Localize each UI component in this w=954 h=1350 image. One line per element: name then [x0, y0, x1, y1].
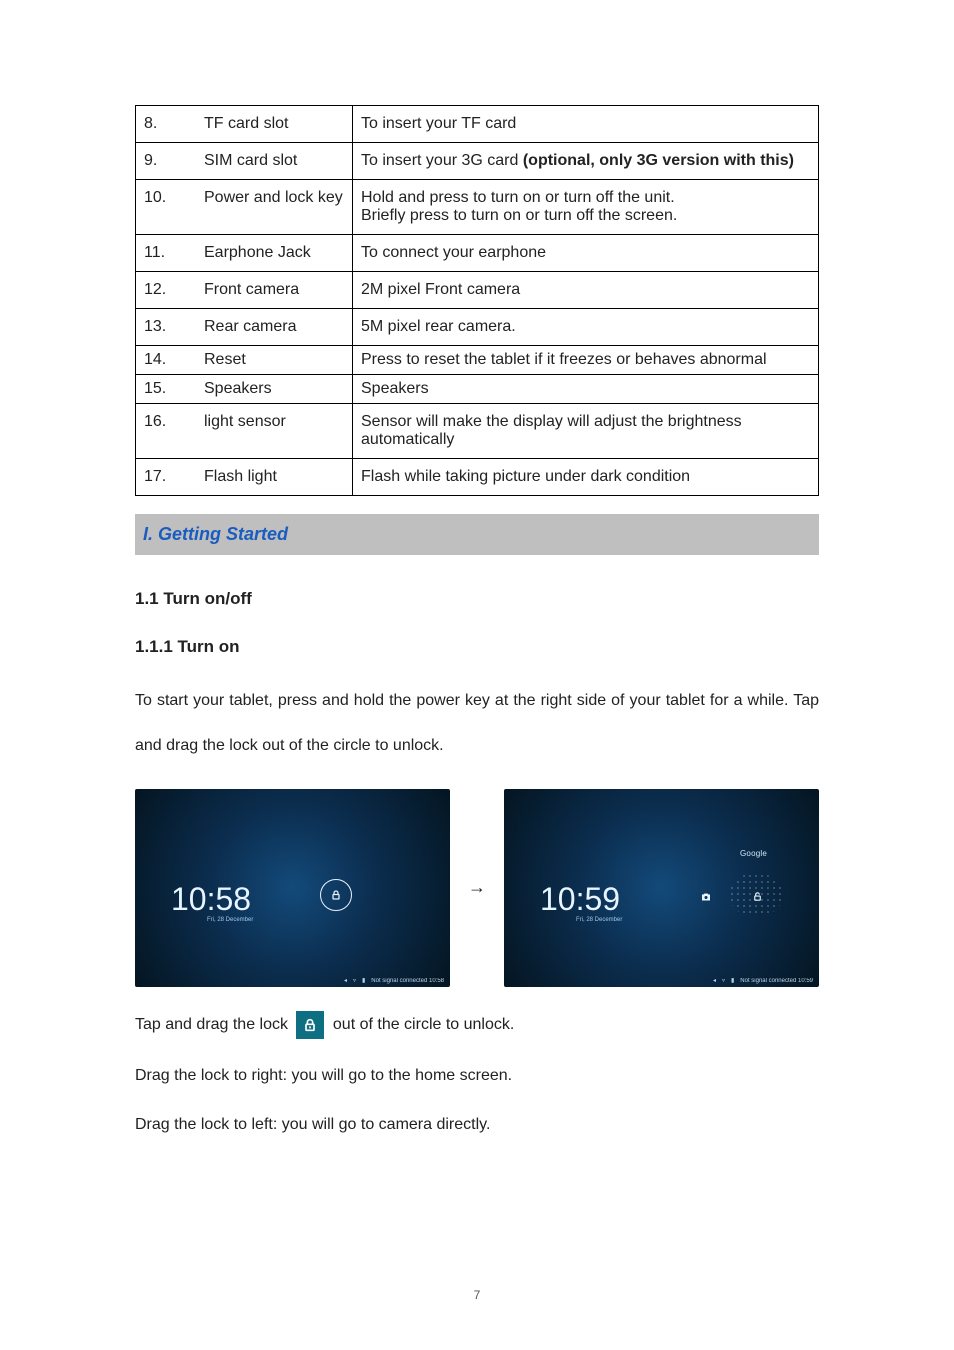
row-name: Earphone Jack — [196, 235, 353, 272]
google-label: Google — [740, 849, 767, 858]
page-number: 7 — [0, 1288, 954, 1302]
row-description: Flash while taking picture under dark co… — [353, 459, 819, 496]
clock-date: Fri, 28 December — [207, 917, 253, 923]
table-row: 11.Earphone JackTo connect your earphone — [136, 235, 819, 272]
row-number: 10. — [136, 180, 197, 235]
table-row: 14.ResetPress to reset the tablet if it … — [136, 346, 819, 375]
row-number: 8. — [136, 106, 197, 143]
row-description: Press to reset the tablet if it freezes … — [353, 346, 819, 375]
status-text: Not signal connected 10:58 — [371, 978, 444, 984]
arrow-icon: → — [468, 877, 486, 898]
section-heading: I. Getting Started — [135, 514, 819, 555]
table-row: 12.Front camera2M pixel Front camera — [136, 272, 819, 309]
back-icon: ◂ — [713, 977, 716, 984]
row-name: SIM card slot — [196, 143, 353, 180]
camera-icon — [700, 891, 712, 906]
clock-time: 10:59 — [540, 883, 620, 915]
lockscreen-before: 10:58 Fri, 28 December ◂ ▿ ▮ Not signal … — [135, 789, 450, 987]
row-description: Speakers — [353, 375, 819, 404]
row-name: light sensor — [196, 404, 353, 459]
table-row: 8.TF card slotTo insert your TF card — [136, 106, 819, 143]
subheading-1-1-1: 1.1.1 Turn on — [135, 637, 819, 657]
clock-time: 10:58 — [171, 883, 251, 915]
row-number: 16. — [136, 404, 197, 459]
lockscreen-after: 10:59 Fri, 28 December Google ◂ ▿ ▮ Not … — [504, 789, 819, 987]
row-number: 14. — [136, 346, 197, 375]
drag-right-note: Drag the lock to right: you will go to t… — [135, 1063, 819, 1089]
drag-left-note: Drag the lock to left: you will go to ca… — [135, 1112, 819, 1138]
table-row: 9.SIM card slotTo insert your 3G card (o… — [136, 143, 819, 180]
table-row: 10.Power and lock keyHold and press to t… — [136, 180, 819, 235]
row-number: 15. — [136, 375, 197, 404]
row-number: 13. — [136, 309, 197, 346]
table-row: 16.light sensorSensor will make the disp… — [136, 404, 819, 459]
row-number: 9. — [136, 143, 197, 180]
unlock-instruction-b: out of the circle to unlock. — [333, 1016, 514, 1033]
row-description: Hold and press to turn on or turn off th… — [353, 180, 819, 235]
signal-icon: ▮ — [362, 977, 365, 984]
unlock-instruction: Tap and drag the lock out of the circle … — [135, 1011, 819, 1039]
row-description: 5M pixel rear camera. — [353, 309, 819, 346]
status-bar: ◂ ▿ ▮ Not signal connected 10:58 — [135, 975, 450, 987]
table-row: 15.SpeakersSpeakers — [136, 375, 819, 404]
status-text: Not signal connected 10:59 — [740, 978, 813, 984]
row-description: To connect your earphone — [353, 235, 819, 272]
row-name: Reset — [196, 346, 353, 375]
spec-table: 8.TF card slotTo insert your TF card9.SI… — [135, 105, 819, 496]
row-number: 11. — [136, 235, 197, 272]
row-name: Rear camera — [196, 309, 353, 346]
table-row: 17.Flash lightFlash while taking picture… — [136, 459, 819, 496]
row-name: TF card slot — [196, 106, 353, 143]
subheading-1-1: 1.1 Turn on/off — [135, 589, 819, 609]
row-name: Flash light — [196, 459, 353, 496]
row-name: Front camera — [196, 272, 353, 309]
row-description: 2M pixel Front camera — [353, 272, 819, 309]
lock-icon — [320, 879, 352, 911]
row-description: To insert your TF card — [353, 106, 819, 143]
lockscreen-figures: 10:58 Fri, 28 December ◂ ▿ ▮ Not signal … — [135, 789, 819, 987]
unlock-instruction-a: Tap and drag the lock — [135, 1016, 292, 1033]
row-name: Power and lock key — [196, 180, 353, 235]
intro-paragraph: To start your tablet, press and hold the… — [135, 679, 819, 769]
row-description: Sensor will make the display will adjust… — [353, 404, 819, 459]
status-bar: ◂ ▿ ▮ Not signal connected 10:59 — [504, 975, 819, 987]
row-description: To insert your 3G card (optional, only 3… — [353, 143, 819, 180]
row-number: 17. — [136, 459, 197, 496]
wifi-icon: ▿ — [722, 977, 725, 984]
clock-date: Fri, 28 December — [576, 917, 622, 923]
unlock-icon — [752, 891, 763, 905]
row-name: Speakers — [196, 375, 353, 404]
back-icon: ◂ — [344, 977, 347, 984]
signal-icon: ▮ — [731, 977, 734, 984]
wifi-icon: ▿ — [353, 977, 356, 984]
table-row: 13.Rear camera5M pixel rear camera. — [136, 309, 819, 346]
lock-icon — [296, 1011, 324, 1039]
row-number: 12. — [136, 272, 197, 309]
